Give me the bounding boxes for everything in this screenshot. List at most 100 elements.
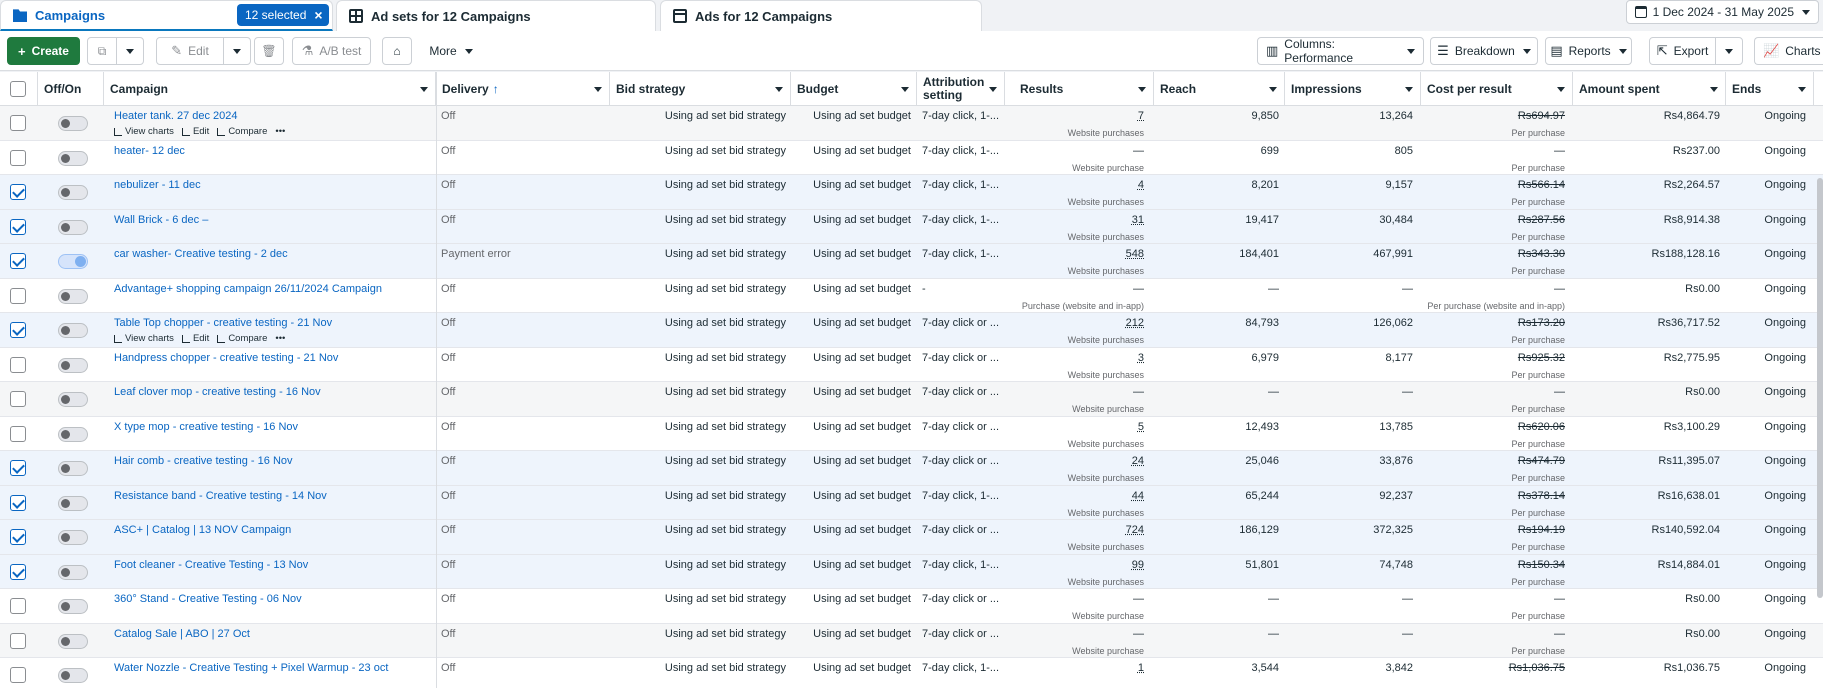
row-checkbox[interactable] <box>10 494 26 511</box>
selected-count-chip[interactable]: 12 selected × <box>237 4 329 26</box>
select-all-checkbox[interactable] <box>10 81 26 97</box>
table-row[interactable]: Resistance band - Creative testing - 14 … <box>0 485 1823 520</box>
campaign-toggle[interactable] <box>58 426 88 442</box>
table-row[interactable]: nebulizer - 11 dec Off Using ad set bid … <box>0 175 1823 210</box>
vertical-scrollbar[interactable] <box>1817 178 1823 598</box>
view-charts-button[interactable]: View charts <box>114 333 174 344</box>
table-row[interactable]: Water Nozzle - Creative Testing + Pixel … <box>0 658 1823 688</box>
view-charts-button[interactable]: View charts <box>114 126 174 137</box>
campaign-toggle[interactable] <box>58 116 88 131</box>
row-checkbox[interactable] <box>10 184 26 200</box>
row-edit-button[interactable]: Edit <box>181 126 209 137</box>
row-more-button[interactable]: ••• <box>275 333 285 344</box>
row-checkbox[interactable] <box>10 667 26 683</box>
row-checkbox[interactable] <box>10 149 26 166</box>
campaign-toggle[interactable] <box>58 150 88 166</box>
campaign-toggle[interactable] <box>58 185 88 200</box>
clear-selection-icon[interactable]: × <box>314 7 322 23</box>
campaign-name-link[interactable]: car washer- Creative testing - 2 dec <box>114 244 430 278</box>
table-row[interactable]: Hair comb - creative testing - 16 Nov Of… <box>0 451 1823 486</box>
campaign-name-link[interactable]: Advantage+ shopping campaign 26/11/2024 … <box>114 279 430 313</box>
campaign-name-link[interactable]: heater- 12 dec <box>114 141 430 175</box>
table-row[interactable]: Catalog Sale | ABO | 27 Oct Off Using ad… <box>0 623 1823 658</box>
tag-button[interactable]: ⌂ <box>382 37 412 65</box>
campaign-toggle[interactable] <box>58 254 88 269</box>
table-row[interactable]: Heater tank. 27 dec 2024 Off Using ad se… <box>0 106 1823 141</box>
campaign-name-link[interactable]: ASC+ | Catalog | 13 NOV Campaign <box>114 520 430 554</box>
row-edit-button[interactable]: Edit <box>181 333 209 344</box>
campaign-name-link[interactable]: Water Nozzle - Creative Testing + Pixel … <box>114 658 430 688</box>
tab-ads[interactable]: Ads for 12 Campaigns <box>660 0 982 31</box>
row-checkbox[interactable] <box>10 391 26 407</box>
row-checkbox[interactable] <box>10 598 26 614</box>
row-checkbox[interactable] <box>10 115 26 131</box>
row-checkbox[interactable] <box>10 287 26 304</box>
delete-button[interactable]: 🗑 <box>254 37 284 65</box>
col-attribution[interactable]: Attribution setting <box>917 72 1005 106</box>
campaign-toggle[interactable] <box>58 633 88 649</box>
col-cost-per-result[interactable]: Cost per result <box>1421 72 1573 106</box>
campaign-name-link[interactable]: Resistance band - Creative testing - 14 … <box>114 486 430 520</box>
compare-button[interactable]: Compare <box>217 333 267 344</box>
columns-button[interactable]: ▥ Columns: Performance <box>1257 37 1424 65</box>
campaign-toggle[interactable] <box>58 357 88 373</box>
campaign-toggle[interactable] <box>58 392 88 407</box>
campaign-toggle[interactable] <box>58 219 88 235</box>
table-row[interactable]: 360° Stand - Creative Testing - 06 Nov O… <box>0 589 1823 624</box>
row-checkbox[interactable] <box>10 218 26 235</box>
table-row[interactable]: X type mop - creative testing - 16 Nov O… <box>0 416 1823 451</box>
campaign-name-link[interactable]: X type mop - creative testing - 16 Nov <box>114 417 430 451</box>
row-checkbox[interactable] <box>10 356 26 373</box>
table-row[interactable]: car washer- Creative testing - 2 dec Pay… <box>0 244 1823 279</box>
row-checkbox[interactable] <box>10 425 26 442</box>
row-more-button[interactable]: ••• <box>275 126 285 137</box>
row-checkbox[interactable] <box>10 529 26 545</box>
campaign-toggle[interactable] <box>58 495 88 511</box>
col-ends[interactable]: Ends <box>1726 72 1814 106</box>
row-checkbox[interactable] <box>10 563 26 580</box>
date-range-picker[interactable]: 1 Dec 2024 - 31 May 2025 <box>1625 0 1819 24</box>
col-impressions[interactable]: Impressions <box>1285 72 1421 106</box>
campaign-name-link[interactable]: Leaf clover mop - creative testing - 16 … <box>114 382 430 416</box>
create-button[interactable]: + Create <box>7 37 80 65</box>
table-row[interactable]: Leaf clover mop - creative testing - 16 … <box>0 382 1823 417</box>
tab-adsets[interactable]: Ad sets for 12 Campaigns <box>336 0 656 31</box>
ab-test-button[interactable]: ⚗ A/B test <box>292 37 371 65</box>
col-budget[interactable]: Budget <box>791 72 917 106</box>
campaign-toggle[interactable] <box>58 323 88 338</box>
row-checkbox[interactable] <box>10 460 26 476</box>
campaign-name-link[interactable]: 360° Stand - Creative Testing - 06 Nov <box>114 589 430 623</box>
col-delivery[interactable]: Delivery ↑ <box>436 72 610 106</box>
table-row[interactable]: Table Top chopper - creative testing - 2… <box>0 313 1823 348</box>
col-amount-spent[interactable]: Amount spent <box>1573 72 1726 106</box>
campaign-name-link[interactable]: Wall Brick - 6 dec – <box>114 210 430 244</box>
table-row[interactable]: Advantage+ shopping campaign 26/11/2024 … <box>0 278 1823 313</box>
breakdown-button[interactable]: ☰ Breakdown <box>1430 37 1538 65</box>
row-checkbox[interactable] <box>10 632 26 649</box>
campaign-toggle[interactable] <box>58 461 88 476</box>
table-row[interactable]: Foot cleaner - Creative Testing - 13 Nov… <box>0 554 1823 589</box>
export-dropdown[interactable] <box>1715 37 1743 65</box>
col-bid-strategy[interactable]: Bid strategy <box>610 72 791 106</box>
campaign-name-link[interactable]: Hair comb - creative testing - 16 Nov <box>114 451 430 485</box>
table-row[interactable]: Wall Brick - 6 dec – Off Using ad set bi… <box>0 209 1823 244</box>
edit-dropdown[interactable] <box>223 37 251 65</box>
campaign-toggle[interactable] <box>58 564 88 580</box>
col-results[interactable]: Results <box>1005 72 1154 106</box>
reports-button[interactable]: ▤ Reports <box>1545 37 1632 65</box>
col-reach[interactable]: Reach <box>1154 72 1285 106</box>
charts-button[interactable]: 📈 Charts <box>1754 37 1823 65</box>
export-button[interactable]: ⇱ Export <box>1649 37 1716 65</box>
campaign-name-link[interactable]: nebulizer - 11 dec <box>114 175 430 209</box>
duplicate-dropdown[interactable] <box>116 37 144 65</box>
more-button[interactable]: More <box>420 37 482 65</box>
table-row[interactable]: Handpress chopper - creative testing - 2… <box>0 347 1823 382</box>
campaign-toggle[interactable] <box>58 530 88 545</box>
campaign-name-link[interactable]: Handpress chopper - creative testing - 2… <box>114 348 430 382</box>
duplicate-button[interactable]: ⧉ <box>87 37 117 65</box>
edit-button[interactable]: ✎ Edit <box>156 37 224 65</box>
table-row[interactable]: heater- 12 dec Off Using ad set bid stra… <box>0 140 1823 175</box>
campaign-toggle[interactable] <box>58 599 88 614</box>
campaign-toggle[interactable] <box>58 288 88 304</box>
campaign-toggle[interactable] <box>58 668 88 683</box>
